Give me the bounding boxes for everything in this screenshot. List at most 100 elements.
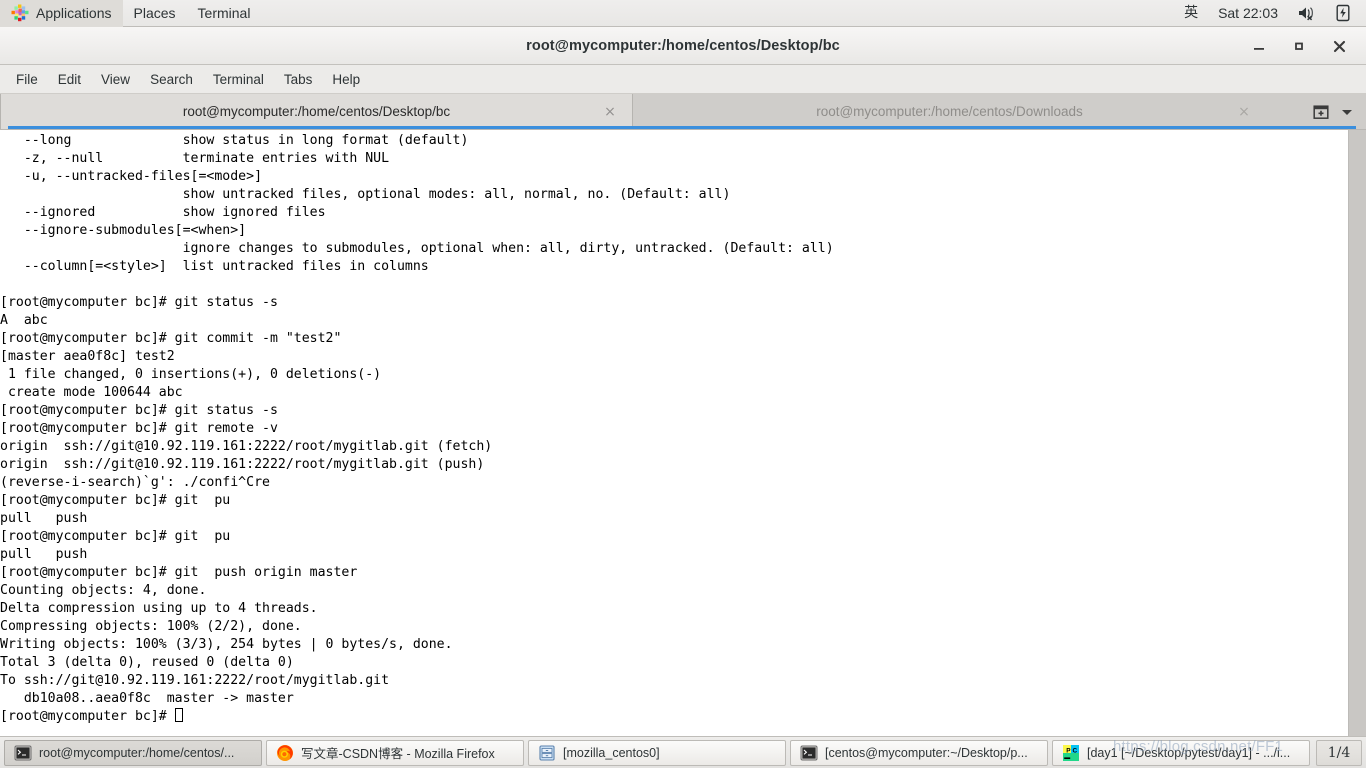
menubar: File Edit View Search Terminal Tabs Help xyxy=(0,65,1366,94)
new-tab-button[interactable] xyxy=(1312,103,1330,121)
tab-downloads[interactable]: root@mycomputer:/home/centos/Downloads × xyxy=(633,94,1266,129)
menu-edit[interactable]: Edit xyxy=(48,65,91,94)
terminal-line: -u, --untracked-files[=<mode>] xyxy=(0,169,263,184)
battery-menu[interactable] xyxy=(1326,0,1360,27)
menu-terminal-label: Terminal xyxy=(212,71,264,87)
terminal-line: db10a08..aea0f8c master -> master xyxy=(0,691,294,706)
menu-terminal[interactable]: Terminal xyxy=(203,65,274,94)
tab-downloads-close-icon[interactable]: × xyxy=(1236,104,1252,120)
terminal-scrollbar[interactable] xyxy=(1348,130,1366,736)
applications-menu-label: Applications xyxy=(36,4,112,21)
window-controls xyxy=(1248,27,1358,65)
taskbar: root@mycomputer:/home/centos/... 写文章-CSD… xyxy=(0,736,1366,768)
tab-menu-button[interactable] xyxy=(1340,107,1354,117)
taskbar-item-terminal-pytest[interactable]: [centos@mycomputer:~/Desktop/p... xyxy=(790,739,1048,766)
terminal-line: [root@mycomputer bc]# git pu xyxy=(0,529,231,544)
terminal-cursor xyxy=(174,708,183,722)
speaker-muted-icon xyxy=(1299,7,1313,21)
terminal-area: --long show status in long format (defau… xyxy=(0,130,1366,736)
terminal-line: A abc xyxy=(0,313,48,328)
taskbar-item-firefox-label: 写文章-CSDN博客 - Mozilla Firefox xyxy=(301,747,495,761)
minimize-button[interactable] xyxy=(1248,35,1270,57)
terminal-line: Delta compression using up to 4 threads. xyxy=(0,601,318,616)
taskbar-item-terminal-pytest-label: [centos@mycomputer:~/Desktop/p... xyxy=(825,745,1028,760)
terminal-line: [root@mycomputer bc]# git commit -m "tes… xyxy=(0,331,342,346)
taskbar-item-mozilla-centos0-label: [mozilla_centos0] xyxy=(563,745,660,760)
terminal-line: origin ssh://git@10.92.119.161:2222/root… xyxy=(0,439,493,454)
maximize-button[interactable] xyxy=(1288,35,1310,57)
input-method-label: 英 xyxy=(1184,4,1199,21)
terminal-line: Writing objects: 100% (3/3), 254 bytes |… xyxy=(0,637,453,652)
terminal-line: 1 file changed, 0 insertions(+), 0 delet… xyxy=(0,367,382,382)
terminal-line: [root@mycomputer bc]# git push origin ma… xyxy=(0,565,358,580)
terminal-icon xyxy=(800,745,818,760)
terminal-line: --column[=<style>] list untracked files … xyxy=(0,259,429,274)
menu-search-label: Search xyxy=(150,71,193,87)
terminal-menu-label: Terminal xyxy=(197,4,251,21)
terminal-line: --ignore-submodules[=<when>] xyxy=(0,223,247,238)
menu-help[interactable]: Help xyxy=(322,65,370,94)
panel-status-area: 英 Sat 22:03 xyxy=(1174,0,1366,27)
terminal-line: ignore changes to submodules, optional w… xyxy=(0,241,834,256)
tab-downloads-label: root@mycomputer:/home/centos/Downloads xyxy=(816,104,1083,119)
tab-bc-label: root@mycomputer:/home/centos/Desktop/bc xyxy=(182,104,451,119)
pycharm-icon: P C xyxy=(1063,744,1079,761)
taskbar-item-pycharm[interactable]: P C [day1 [~/Desktop/pytest/day1] - .../… xyxy=(1052,739,1310,766)
menu-tabs[interactable]: Tabs xyxy=(274,65,323,94)
svg-text:P: P xyxy=(1066,747,1071,754)
volume-menu[interactable] xyxy=(1288,0,1326,27)
terminal-line: pull push xyxy=(0,511,88,526)
taskbar-item-pycharm-label: [day1 [~/Desktop/pytest/day1] - .../i... xyxy=(1087,745,1291,760)
terminal-line: [root@mycomputer bc]# git status -s xyxy=(0,403,278,418)
terminal-line: -z, --null terminate entries with NUL xyxy=(0,151,390,166)
terminal-output[interactable]: --long show status in long format (defau… xyxy=(0,130,1348,736)
taskbar-item-mozilla-centos0[interactable]: [mozilla_centos0] xyxy=(528,739,786,766)
terminal-line: [root@mycomputer bc]# git pu xyxy=(0,493,231,508)
terminal-menu[interactable]: Terminal xyxy=(187,0,262,27)
menu-file[interactable]: File xyxy=(6,65,48,94)
taskbar-item-terminal-bc[interactable]: root@mycomputer:/home/centos/... xyxy=(4,739,262,766)
terminal-prompt: [root@mycomputer bc]# xyxy=(0,709,175,724)
terminal-line: To ssh://git@10.92.119.161:2222/root/myg… xyxy=(0,673,390,688)
terminal-line: --long show status in long format (defau… xyxy=(0,133,469,148)
battery-charging-icon xyxy=(1336,4,1350,22)
applications-menu[interactable]: Applications xyxy=(0,0,123,27)
tab-bar: root@mycomputer:/home/centos/Desktop/bc … xyxy=(0,94,1366,130)
top-panel: Applications Places Terminal 英 Sat 22:03 xyxy=(0,0,1366,27)
menu-file-label: File xyxy=(16,71,38,87)
window-titlebar[interactable]: root@mycomputer:/home/centos/Desktop/bc xyxy=(0,27,1366,65)
taskbar-item-terminal-bc-label: root@mycomputer:/home/centos/... xyxy=(39,745,235,760)
tab-bar-controls xyxy=(1300,94,1366,129)
terminal-line: Total 3 (delta 0), reused 0 (delta 0) xyxy=(0,655,294,670)
places-menu[interactable]: Places xyxy=(123,0,187,27)
menu-edit-label: Edit xyxy=(57,71,82,87)
places-menu-label: Places xyxy=(133,4,176,21)
window-title: root@mycomputer:/home/centos/Desktop/bc xyxy=(526,37,840,54)
tab-bc[interactable]: root@mycomputer:/home/centos/Desktop/bc … xyxy=(0,94,633,129)
close-icon xyxy=(1333,40,1345,52)
close-button[interactable] xyxy=(1328,35,1350,57)
clock[interactable]: Sat 22:03 xyxy=(1208,0,1288,27)
terminal-prompt-line: [root@mycomputer bc]# xyxy=(0,708,1348,726)
minimize-icon xyxy=(1254,48,1264,50)
maximize-icon xyxy=(1295,42,1303,50)
terminal-window: root@mycomputer:/home/centos/Desktop/bc … xyxy=(0,27,1366,736)
terminal-line: [root@mycomputer bc]# git remote -v xyxy=(0,421,278,436)
terminal-line: create mode 100644 abc xyxy=(0,385,183,400)
terminal-line: origin ssh://git@10.92.119.161:2222/root… xyxy=(0,457,485,472)
input-method-indicator[interactable]: 英 xyxy=(1174,0,1208,27)
workspace-switcher[interactable]: 1/4 xyxy=(1316,739,1362,766)
taskbar-item-firefox[interactable]: 写文章-CSDN博客 - Mozilla Firefox xyxy=(266,739,524,766)
tab-bc-close-icon[interactable]: × xyxy=(602,104,618,120)
workspace-label: 1/4 xyxy=(1327,744,1351,761)
terminal-icon xyxy=(14,745,32,760)
terminal-line: show untracked files, optional modes: al… xyxy=(0,187,731,202)
firefox-icon xyxy=(277,744,293,761)
menu-search[interactable]: Search xyxy=(140,65,203,94)
menu-view[interactable]: View xyxy=(91,65,140,94)
menu-tabs-label: Tabs xyxy=(283,71,313,87)
menu-help-label: Help xyxy=(332,71,361,87)
active-tab-indicator xyxy=(8,126,1356,129)
terminal-line: (reverse-i-search)`g': ./confi^Cre xyxy=(0,475,270,490)
